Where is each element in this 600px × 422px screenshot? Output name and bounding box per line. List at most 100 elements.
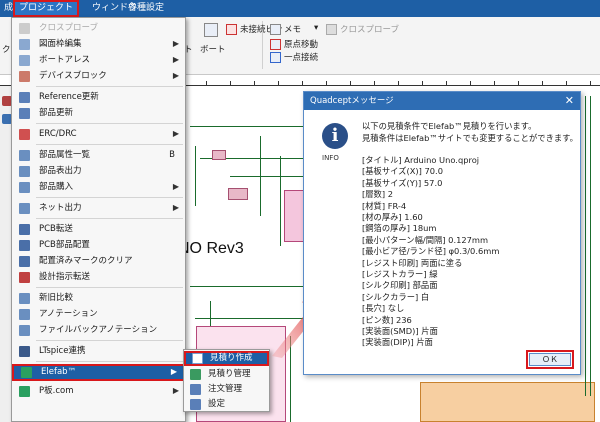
menu-item-part-attributes[interactable]: 部品属性一覧 B — [12, 147, 185, 163]
menu-item-device-block[interactable]: デバイスブロック ▶ — [12, 68, 185, 84]
menu-item-file-back-annotation[interactable]: ファイルバックアノテーション — [12, 322, 185, 338]
menu-item-ltspice[interactable]: LTspice連携 — [12, 343, 185, 359]
compare-icon — [19, 293, 30, 304]
net-icon — [19, 203, 30, 214]
ok-button-highlight: ＯＫ — [526, 350, 574, 369]
cart-icon — [19, 182, 30, 193]
info-icon: i — [322, 123, 348, 149]
dialog-condition-line: [実装面(DIP)] 片面 — [362, 337, 433, 348]
ok-button[interactable]: ＯＫ — [529, 353, 571, 366]
dialog-condition-line: [シルクカラー] 白 — [362, 291, 430, 302]
menu-item-design-instruction[interactable]: 設計指示転送 — [12, 269, 185, 285]
ruler-tick — [206, 81, 207, 85]
order-icon — [190, 384, 201, 395]
pcb-transfer-icon — [19, 224, 30, 235]
memo-button[interactable]: メモ — [284, 23, 301, 35]
ruler-tick — [302, 81, 303, 85]
estimate-icon — [192, 353, 203, 364]
dialog-condition-line: [最小ビア径/ランド径] φ0.3/0.6mm — [362, 246, 500, 257]
chevron-right-icon: ▶ — [170, 367, 177, 376]
menubar: 成 プロジェクト ウィンドウ 各種設定 — [0, 0, 600, 17]
submenu-item-order-management[interactable]: 注文管理 — [184, 382, 269, 397]
menu-item-frame-edit[interactable]: 図面枠編集 ▶ — [12, 36, 185, 52]
ruler-tick — [254, 81, 255, 85]
menu-item-bom-output[interactable]: 部品表出力 — [12, 163, 185, 179]
menu-item-compare[interactable]: 新旧比較 — [12, 290, 185, 306]
reference-icon — [19, 92, 30, 103]
elefab-icon — [21, 367, 32, 378]
menu-item-annotation[interactable]: アノテーション — [12, 306, 185, 322]
elefab-submenu: 見積り作成 見積り管理 注文管理 設定 — [183, 349, 270, 412]
frame-icon — [19, 39, 30, 50]
ruler-tick — [326, 81, 327, 85]
menu-settings[interactable]: 各種設定 — [124, 0, 168, 17]
dialog-condition-line: [基板サイズ(Y)] 57.0 — [362, 177, 443, 188]
ruler-tick — [446, 81, 447, 85]
ruler-tick — [230, 81, 231, 85]
ruler-tick — [566, 81, 567, 85]
origin-move-button[interactable]: 原点移動 — [284, 38, 318, 50]
ruler-tick — [494, 81, 495, 85]
chevron-right-icon: ▶ — [172, 182, 179, 191]
ruler-tick — [374, 81, 375, 85]
menu-item-clear-placed-mark[interactable]: 配置済みマークのクリア — [12, 253, 185, 269]
memo-icon — [270, 24, 281, 35]
ruler-tick — [542, 81, 543, 85]
menu-item-erc-drc[interactable]: ERC/DRC ▶ — [12, 126, 185, 142]
menu-item-port-address[interactable]: ボートアレス ▶ — [12, 52, 185, 68]
close-icon[interactable]: ✕ — [565, 92, 574, 110]
ltspice-icon — [19, 346, 30, 357]
menu-item-part-purchase[interactable]: 部品購入 ▶ — [12, 179, 185, 195]
ruler-tick — [590, 81, 591, 85]
ruler-tick — [518, 81, 519, 85]
dialog-condition-line: [レジストカラー] 緑 — [362, 269, 438, 279]
instruction-icon — [19, 272, 30, 283]
ruler-tick — [350, 81, 351, 85]
menu-item-crossprobe[interactable]: クロスプローブ — [12, 20, 185, 36]
single-point-connect-icon — [270, 52, 281, 63]
menu-item-reference-update[interactable]: Reference更新 — [12, 89, 185, 105]
clear-mark-icon — [19, 256, 30, 267]
unconnected-pin-icon — [226, 24, 237, 35]
dialog-condition-line: [基板サイズ(X)] 70.0 — [362, 166, 443, 177]
dialog-condition-line: [ピン数] 236 — [362, 314, 412, 325]
part-update-icon — [19, 108, 30, 119]
info-label: INFO — [322, 154, 339, 162]
port-button[interactable]: ボート — [200, 43, 226, 55]
submenu-item-manage-estimate[interactable]: 見積り管理 — [184, 367, 269, 382]
project-menu: クロスプローブ 図面枠編集 ▶ ボートアレス ▶ デバイスブロック ▶ Referen… — [11, 17, 186, 422]
menu-item-pcb-transfer[interactable]: PCB転送 — [12, 221, 185, 237]
menu-item-pban[interactable]: P板.com ▶ — [12, 383, 185, 399]
dialog-condition-line: [鋼箔の厚み] 18um — [362, 223, 437, 234]
origin-move-icon — [270, 39, 281, 50]
chevron-right-icon: ▶ — [172, 39, 179, 48]
menu-item-net-output[interactable]: ネット出力 ▶ — [12, 200, 185, 216]
pcb-placement-icon — [19, 240, 30, 251]
annotation-icon — [19, 309, 30, 320]
menu-item-elefab[interactable]: Elefab™ ▶ — [12, 364, 185, 381]
menu-project[interactable]: プロジェクト — [13, 0, 80, 17]
single-point-connect-button[interactable]: 一点接続 — [284, 51, 318, 63]
block-icon — [19, 71, 30, 82]
schematic-title: NO Rev3 — [178, 240, 244, 257]
port-icon[interactable] — [204, 23, 218, 37]
shortcut-label: B — [169, 150, 175, 160]
crossprobe-icon — [19, 23, 30, 34]
submenu-item-create-estimate[interactable]: 見積り作成 — [184, 351, 269, 366]
menu-item-pcb-placement[interactable]: PCB部品配置 — [12, 237, 185, 253]
dialog-condition-line: [材質] FR-4 — [362, 200, 407, 211]
pban-icon — [19, 386, 30, 397]
dialog-title: Quadceptメッセージ ✕ — [304, 92, 580, 110]
chevron-right-icon: ▶ — [172, 203, 179, 212]
crossprobe-icon — [326, 24, 337, 35]
dialog-condition-line: [タイトル] Arduino Uno.qproj — [362, 155, 480, 165]
dialog-condition-line: [最小パターン幅/間隔] 0.127mm — [362, 234, 489, 245]
crossprobe-button[interactable]: クロスプローブ — [340, 23, 399, 35]
erc-drc-icon — [19, 129, 30, 140]
ruler-tick — [278, 81, 279, 85]
ribbon-group-label: ク — [2, 45, 11, 55]
dialog-condition-line: [長穴] なし — [362, 303, 405, 314]
dialog-intro-line: 見積条件はElefab™サイトでも変更することができます。 — [362, 133, 578, 143]
submenu-item-settings[interactable]: 設定 — [184, 397, 269, 412]
menu-item-part-update[interactable]: 部品更新 — [12, 105, 185, 121]
